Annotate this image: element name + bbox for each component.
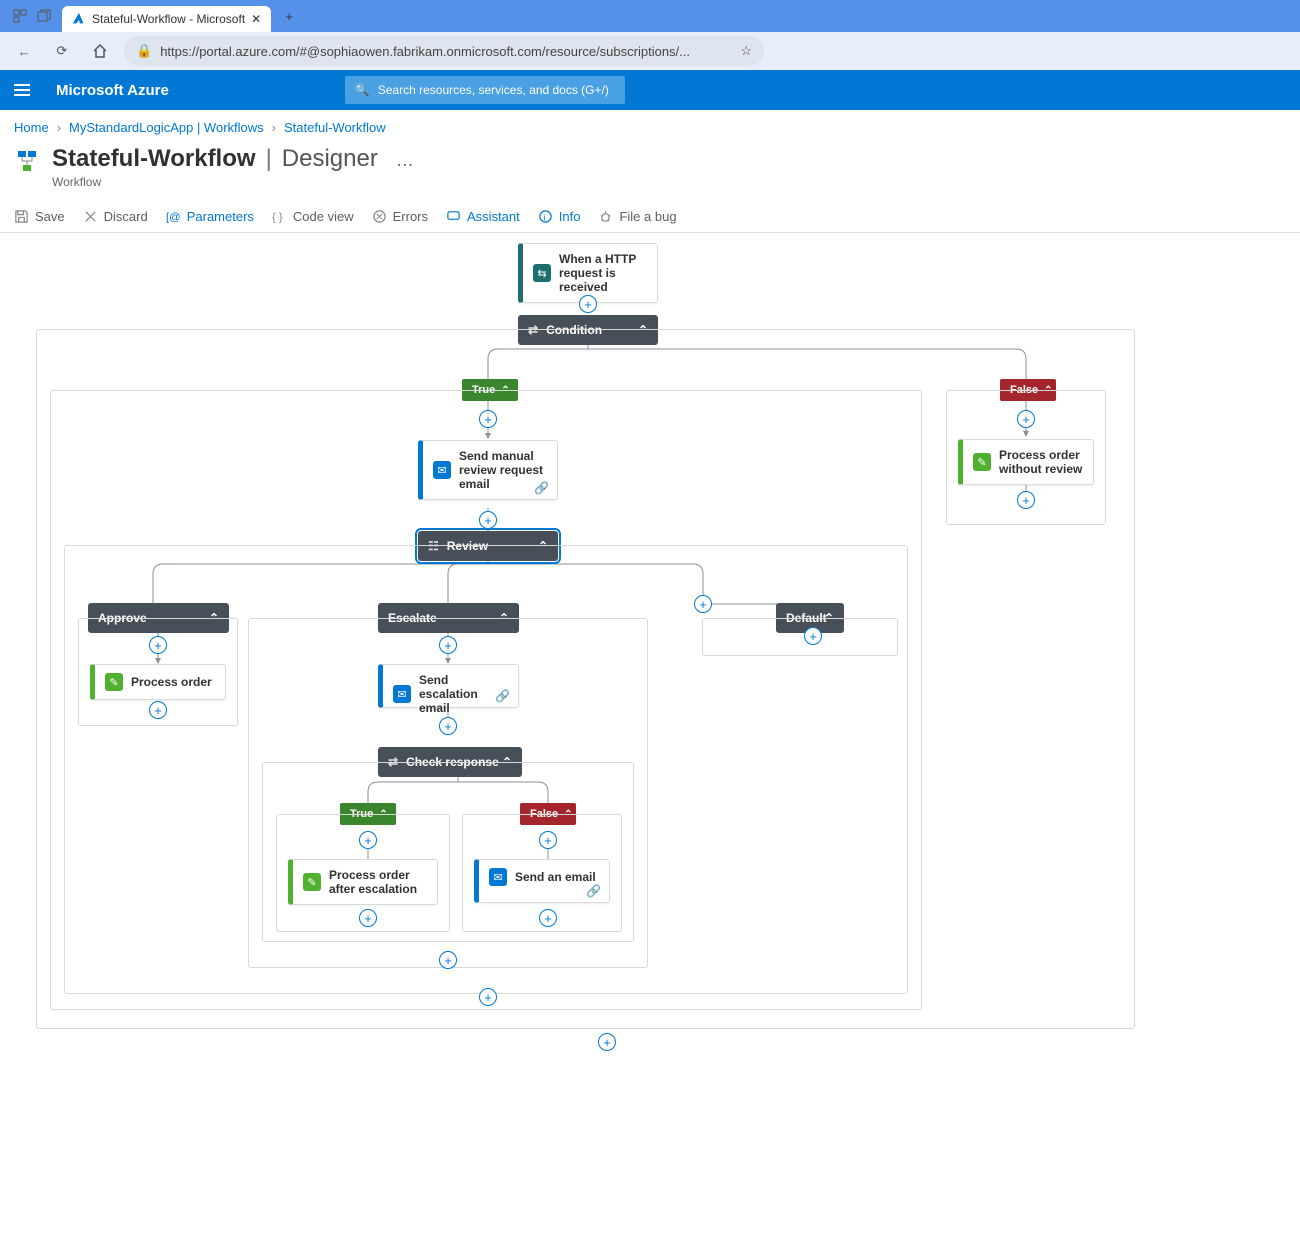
azure-brand[interactable]: Microsoft Azure xyxy=(56,82,169,99)
add-step-button[interactable]: + xyxy=(149,636,167,654)
outlook-icon: ✉ xyxy=(489,868,507,886)
azure-search[interactable]: 🔍 Search resources, services, and docs (… xyxy=(345,76,625,104)
default-container xyxy=(702,618,898,656)
add-case-button[interactable]: + xyxy=(694,595,712,613)
breadcrumb-home[interactable]: Home xyxy=(14,120,49,135)
add-step-button[interactable]: + xyxy=(479,410,497,428)
errors-button[interactable]: Errors xyxy=(372,209,428,224)
add-step-button[interactable]: + xyxy=(1017,491,1035,509)
chevron-right-icon: › xyxy=(272,120,276,135)
link-icon: 🔗 xyxy=(586,884,601,898)
add-step-button[interactable]: + xyxy=(479,511,497,529)
tab-title: Stateful-Workflow - Microsoft xyxy=(92,12,245,26)
process-after-escalation-node[interactable]: ✎ Process order after escalation xyxy=(288,859,438,905)
url-text: https://portal.azure.com/#@sophiaowen.fa… xyxy=(160,44,690,59)
assistant-button[interactable]: Assistant xyxy=(446,209,520,224)
page-title: Stateful-Workflow xyxy=(52,145,256,173)
more-icon[interactable]: … xyxy=(396,150,414,171)
send-review-node[interactable]: ✉ Send manual review request email 🔗 xyxy=(418,440,558,500)
process-order-node[interactable]: ✎ Process order xyxy=(90,664,226,700)
add-step-button[interactable]: + xyxy=(539,909,557,927)
variable-icon: ✎ xyxy=(105,673,123,691)
breadcrumb-workflow[interactable]: Stateful-Workflow xyxy=(284,120,386,135)
outlook-icon: ✉ xyxy=(393,685,411,703)
svg-text:[@]: [@] xyxy=(166,211,181,223)
variable-icon: ✎ xyxy=(303,873,321,891)
page-section: Designer xyxy=(282,145,378,173)
codeview-button[interactable]: { }Code view xyxy=(272,209,354,224)
process-no-review-node[interactable]: ✎ Process order without review xyxy=(958,439,1094,485)
add-step-button[interactable]: + xyxy=(439,951,457,969)
azure-favicon-icon xyxy=(72,12,86,26)
send-escalation-node[interactable]: ✉ Send escalation email 🔗 xyxy=(378,664,519,708)
add-step-button[interactable]: + xyxy=(359,909,377,927)
add-step-button[interactable]: + xyxy=(439,717,457,735)
discard-button[interactable]: Discard xyxy=(83,209,148,224)
add-step-button[interactable]: + xyxy=(1017,410,1035,428)
breadcrumb: Home › MyStandardLogicApp | Workflows › … xyxy=(0,110,1300,141)
favorite-icon[interactable]: ☆ xyxy=(740,43,752,59)
info-button[interactable]: iInfo xyxy=(538,209,581,224)
link-icon: 🔗 xyxy=(495,689,510,703)
breadcrumb-app[interactable]: MyStandardLogicApp | Workflows xyxy=(69,120,264,135)
variable-icon: ✎ xyxy=(973,453,991,471)
resource-type: Workflow xyxy=(52,175,414,189)
add-step-button[interactable]: + xyxy=(439,636,457,654)
trigger-node[interactable]: ⇆ When a HTTP request is received xyxy=(518,243,658,303)
browser-tab[interactable]: Stateful-Workflow - Microsoft ✕ xyxy=(62,6,271,32)
add-step-button[interactable]: + xyxy=(359,831,377,849)
tab-close-icon[interactable]: ✕ xyxy=(251,12,261,26)
add-step-button[interactable]: + xyxy=(579,295,597,313)
url-field[interactable]: 🔒 https://portal.azure.com/#@sophiaowen.… xyxy=(124,36,764,66)
send-an-email-node[interactable]: ✉ Send an email 🔗 xyxy=(474,859,610,903)
browser-menu-icon[interactable] xyxy=(8,4,32,28)
link-icon: 🔗 xyxy=(534,481,549,495)
add-step-button[interactable]: + xyxy=(804,627,822,645)
svg-text:{ }: { } xyxy=(272,211,283,223)
home-button-browser[interactable] xyxy=(86,37,114,65)
save-button[interactable]: Save xyxy=(14,209,65,224)
add-step-button[interactable]: + xyxy=(598,1033,616,1051)
parameters-button[interactable]: [@]Parameters xyxy=(166,209,254,224)
page-header: Stateful-Workflow | Designer … Workflow xyxy=(0,141,1300,201)
browser-tabs-icon[interactable] xyxy=(32,4,56,28)
designer-canvas[interactable]: ⇆ When a HTTP request is received + ⇄ Co… xyxy=(0,233,1300,1233)
add-step-button[interactable]: + xyxy=(539,831,557,849)
add-step-button[interactable]: + xyxy=(149,701,167,719)
add-step-button[interactable]: + xyxy=(479,988,497,1006)
browser-address-bar: ← ⟳ 🔒 https://portal.azure.com/#@sophiao… xyxy=(0,32,1300,70)
workflow-resource-icon xyxy=(14,149,40,175)
outlook-icon: ✉ xyxy=(433,461,451,479)
new-tab-button[interactable]: + xyxy=(275,2,303,30)
azure-search-placeholder: Search resources, services, and docs (G+… xyxy=(378,83,609,97)
back-button[interactable]: ← xyxy=(10,37,38,65)
filebug-button[interactable]: File a bug xyxy=(598,209,676,224)
azure-top-bar: Microsoft Azure 🔍 Search resources, serv… xyxy=(0,70,1300,110)
browser-titlebar: Stateful-Workflow - Microsoft ✕ + xyxy=(0,0,1300,32)
search-icon: 🔍 xyxy=(355,83,370,97)
http-icon: ⇆ xyxy=(533,264,551,282)
chevron-right-icon: › xyxy=(57,120,61,135)
svg-text:i: i xyxy=(543,212,545,222)
lock-icon: 🔒 xyxy=(136,43,152,59)
designer-toolbar: Save Discard [@]Parameters { }Code view … xyxy=(0,201,1300,233)
hamburger-icon[interactable] xyxy=(14,84,30,96)
refresh-button[interactable]: ⟳ xyxy=(48,37,76,65)
